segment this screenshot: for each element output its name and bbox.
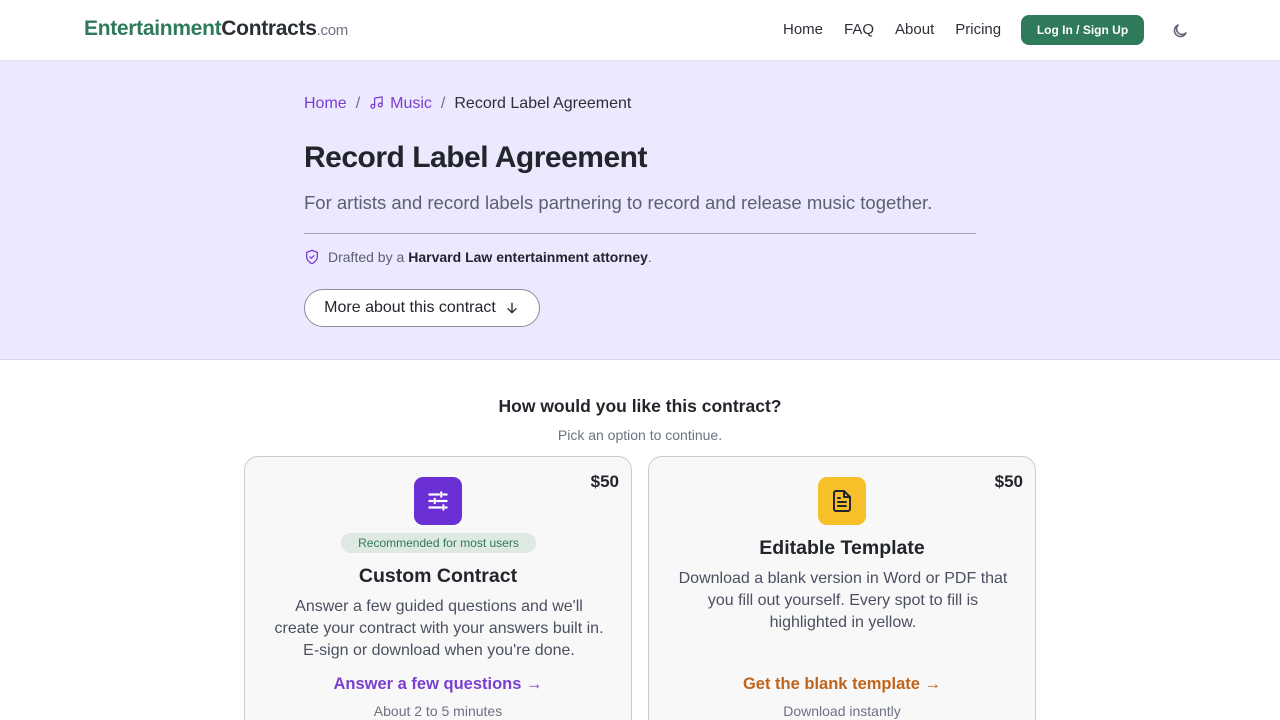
main-nav: Home FAQ About Pricing xyxy=(783,21,1022,38)
answer-questions-link[interactable]: Answer a few questions → xyxy=(245,675,631,694)
custom-contract-card[interactable]: $50 Recommended for most users Custom Co… xyxy=(244,456,632,720)
breadcrumb-current: Record Label Agreement xyxy=(454,95,632,112)
nav-faq[interactable]: FAQ xyxy=(844,21,874,38)
logo-part-contracts: Contracts xyxy=(221,17,317,40)
choice-question: How would you like this contract? xyxy=(498,396,782,416)
editable-template-description: Download a blank version in Word or PDF … xyxy=(678,570,1008,631)
page-subtitle: For artists and record labels partnering… xyxy=(304,192,933,213)
document-icon xyxy=(818,477,866,525)
music-note-icon xyxy=(370,96,383,109)
drafted-attorney: Harvard Law entertainment attorney xyxy=(408,249,648,265)
drafted-prefix: Drafted by a xyxy=(328,249,405,265)
shield-check-icon xyxy=(306,249,318,265)
breadcrumb-separator: / xyxy=(440,95,446,112)
hero-section: Home / Music / Record Label Agreement Re… xyxy=(0,61,1280,360)
breadcrumb: Home / Music / Record Label Agreement xyxy=(304,95,631,113)
logo-part-entertainment: Entertainment xyxy=(84,17,222,40)
editable-template-card[interactable]: $50 Editable Template Download a blank v… xyxy=(648,456,1036,720)
custom-contract-description: Answer a few guided questions and we'll … xyxy=(274,598,604,659)
more-about-label: More about this contract xyxy=(324,299,496,316)
login-signup-button[interactable]: Log In / Sign Up xyxy=(1021,15,1144,45)
custom-contract-title: Custom Contract xyxy=(358,565,518,587)
breadcrumb-music[interactable]: Music xyxy=(369,95,432,113)
arrow-down-icon xyxy=(507,302,517,314)
nav-home[interactable]: Home xyxy=(783,21,823,38)
sliders-icon xyxy=(414,477,462,525)
editable-template-download-note: Download instantly xyxy=(783,703,901,719)
breadcrumb-home[interactable]: Home xyxy=(304,95,347,113)
recommended-badge: Recommended for most users xyxy=(341,533,536,553)
editable-template-title: Editable Template xyxy=(759,537,925,559)
drafted-suffix: . xyxy=(647,249,652,265)
drafted-by-note: Drafted by a Harvard Law entertainment a… xyxy=(304,249,652,265)
custom-contract-price: $50 xyxy=(590,472,619,491)
nav-about[interactable]: About xyxy=(895,21,934,38)
site-logo[interactable]: EntertainmentContracts.com xyxy=(84,17,348,41)
hero-divider xyxy=(304,233,976,234)
custom-contract-time-note: About 2 to 5 minutes xyxy=(373,703,503,719)
breadcrumb-music-label: Music xyxy=(390,95,432,112)
moon-icon[interactable] xyxy=(1171,22,1189,40)
nav-pricing[interactable]: Pricing xyxy=(955,21,1001,38)
page-title: Record Label Agreement xyxy=(304,141,647,174)
logo-part-domain: .com xyxy=(316,22,349,39)
get-blank-template-link[interactable]: Get the blank template → xyxy=(649,675,1035,694)
choice-hint: Pick an option to continue. xyxy=(557,427,723,443)
more-about-contract-button[interactable]: More about this contract xyxy=(304,289,540,327)
top-header: EntertainmentContracts.com Home FAQ Abou… xyxy=(0,0,1280,61)
editable-template-price: $50 xyxy=(994,472,1023,491)
breadcrumb-separator: / xyxy=(355,95,361,112)
